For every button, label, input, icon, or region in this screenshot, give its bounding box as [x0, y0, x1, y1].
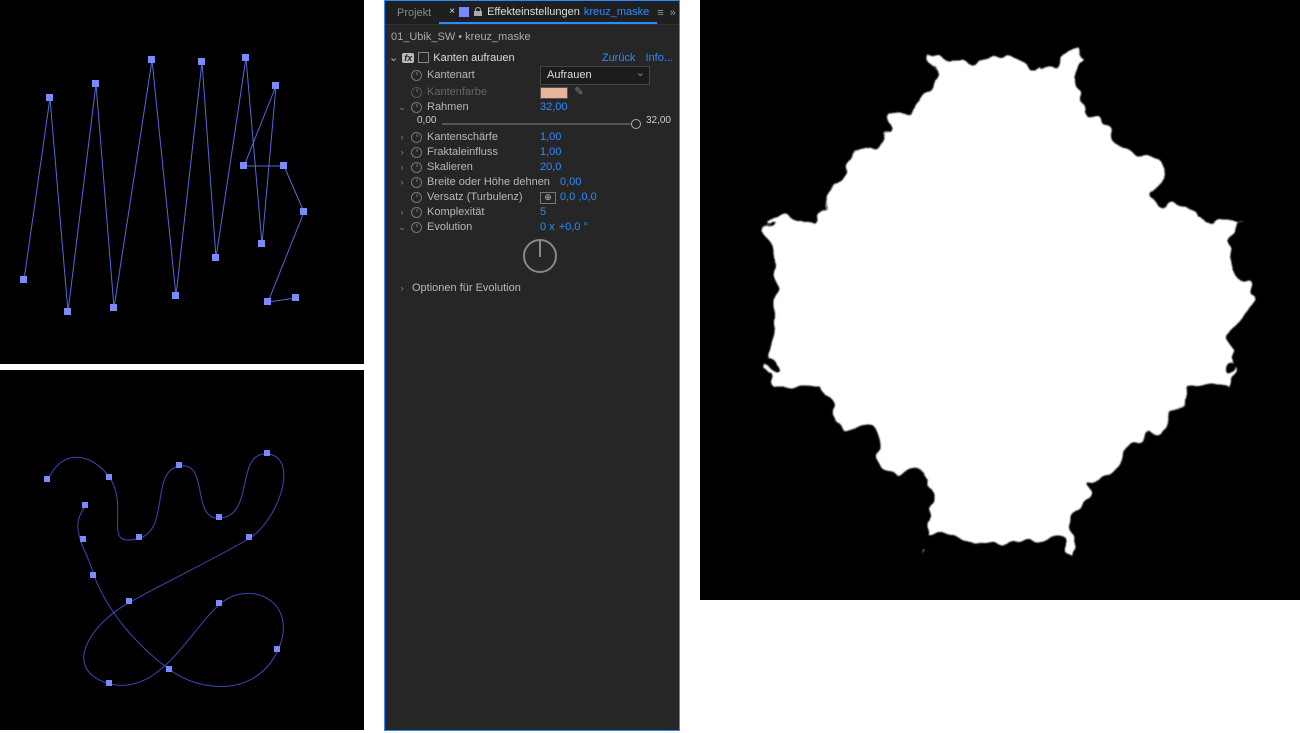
anchor-points-linear[interactable] — [20, 54, 307, 315]
evolution-dial[interactable] — [523, 239, 557, 273]
effect-controls-panel: Projekt × Effekteinstellungen kreuz_mask… — [384, 0, 680, 731]
color-swatch[interactable] — [540, 87, 568, 99]
path-svg-bezier[interactable] — [0, 370, 364, 730]
param-label: Versatz (Turbulenz) — [426, 190, 536, 205]
param-complexity: › Komplexität 5 — [385, 205, 679, 220]
stopwatch-icon[interactable] — [411, 207, 422, 218]
tab-effect-controls[interactable]: × Effekteinstellungen kreuz_maske — [439, 2, 657, 24]
viewport-straight-path — [0, 0, 364, 364]
twisty-icon[interactable]: › — [397, 130, 407, 145]
param-value[interactable]: 1,00 — [540, 145, 561, 160]
panel-menu-icon[interactable]: ≡ — [657, 7, 663, 19]
param-value[interactable]: 0,0 ,0,0 — [560, 190, 597, 205]
anchor-point-icon[interactable]: ⊕ — [540, 192, 556, 204]
param-label: Fraktaleinfluss — [426, 145, 536, 160]
param-evo-options: › Optionen für Evolution — [385, 281, 679, 296]
slider-thumb[interactable] — [631, 119, 641, 129]
tab-project[interactable]: Projekt — [389, 3, 439, 23]
param-scale: › Skalieren 20,0 — [385, 160, 679, 175]
effect-reset-link[interactable]: Zurück — [602, 52, 636, 64]
lock-icon[interactable] — [473, 7, 483, 17]
param-value[interactable]: 20,0 — [540, 160, 561, 175]
comp-layer-path: 01_Ubik_SW • kreuz_maske — [385, 27, 679, 49]
param-border: ⌄ Rahmen 32,00 — [385, 100, 679, 115]
mask-svg — [700, 0, 1300, 600]
param-label: Breite oder Höhe dehnen — [426, 175, 556, 190]
viewport-bezier-path — [0, 370, 364, 730]
twisty-icon[interactable]: ⌄ — [397, 220, 407, 235]
tab-effects-label: Effekteinstellungen — [487, 6, 580, 18]
stopwatch-icon[interactable] — [411, 177, 422, 188]
param-label: Kantenart — [426, 68, 536, 83]
param-label: Kantenschärfe — [426, 130, 536, 145]
twisty-icon[interactable]: › — [397, 175, 407, 190]
twisty-icon[interactable]: › — [397, 160, 407, 175]
param-value[interactable]: 0,00 — [560, 175, 581, 190]
twisty-icon[interactable]: › — [397, 205, 407, 220]
twisty-icon[interactable]: ⌄ — [397, 100, 407, 115]
effect-visibility-icon[interactable] — [418, 52, 429, 63]
layer-color-swatch-icon — [459, 7, 469, 17]
param-fractal: › Fraktaleinfluss 1,00 — [385, 145, 679, 160]
effect-info-link[interactable]: Info... — [645, 52, 673, 64]
stopwatch-icon[interactable] — [411, 87, 422, 98]
evolution-deg[interactable]: +0,0 ° — [559, 220, 588, 235]
path-svg-straight[interactable] — [0, 0, 364, 364]
effect-twisty-icon[interactable]: ⌄ — [389, 51, 398, 64]
panel-tab-bar: Projekt × Effekteinstellungen kreuz_mask… — [385, 1, 679, 25]
param-value[interactable]: 5 — [540, 205, 546, 220]
viewport-mask-result — [700, 0, 1300, 600]
param-label: Kantenfarbe — [426, 85, 536, 100]
motion-path-linear[interactable] — [24, 58, 304, 312]
stopwatch-icon[interactable] — [411, 132, 422, 143]
border-slider: 0,00 32,00 — [385, 115, 679, 130]
param-edge-sharp: › Kantenschärfe 1,00 — [385, 130, 679, 145]
effect-name[interactable]: Kanten aufrauen — [433, 52, 598, 64]
slider-max: 32,00 — [646, 115, 671, 126]
param-label: Komplexität — [426, 205, 536, 220]
param-label: Rahmen — [426, 100, 536, 115]
param-label: Evolution — [426, 220, 536, 235]
fx-badge-icon[interactable]: fx — [402, 53, 414, 63]
stopwatch-icon[interactable] — [411, 162, 422, 173]
param-value[interactable]: 32,00 — [540, 100, 568, 115]
stopwatch-icon[interactable] — [411, 192, 422, 203]
param-label: Skalieren — [426, 160, 536, 175]
twisty-icon[interactable]: › — [397, 281, 407, 296]
param-edge-type: Kantenart Aufrauen — [385, 66, 679, 85]
param-value[interactable]: 1,00 — [540, 130, 561, 145]
tab-close-icon[interactable]: × — [449, 6, 455, 17]
stopwatch-icon[interactable] — [411, 70, 422, 81]
twisty-icon[interactable]: › — [397, 145, 407, 160]
stopwatch-icon[interactable] — [411, 147, 422, 158]
param-label: Optionen für Evolution — [411, 281, 591, 296]
evolution-revs[interactable]: 0 x — [540, 220, 555, 235]
param-edge-color: Kantenfarbe ✎ — [385, 85, 679, 100]
edge-type-select[interactable]: Aufrauen — [540, 66, 650, 85]
motion-path-bezier[interactable] — [48, 454, 284, 687]
panel-body: 01_Ubik_SW • kreuz_maske ⌄ fx Kanten auf… — [385, 25, 679, 730]
param-stretch: › Breite oder Höhe dehnen 0,00 — [385, 175, 679, 190]
eyedropper-icon[interactable]: ✎ — [572, 87, 586, 99]
effect-header: ⌄ fx Kanten aufrauen Zurück Info... — [385, 49, 679, 66]
param-offset: Versatz (Turbulenz) ⊕ 0,0 ,0,0 — [385, 190, 679, 205]
param-evolution: ⌄ Evolution 0 x +0,0 ° — [385, 220, 679, 235]
panel-overflow-icon[interactable]: » — [670, 7, 676, 19]
tab-layer-name: kreuz_maske — [584, 6, 649, 18]
stopwatch-icon[interactable] — [411, 222, 422, 233]
stopwatch-icon[interactable] — [411, 102, 422, 113]
slider-min: 0,00 — [417, 115, 436, 126]
slider-track[interactable] — [442, 123, 640, 125]
